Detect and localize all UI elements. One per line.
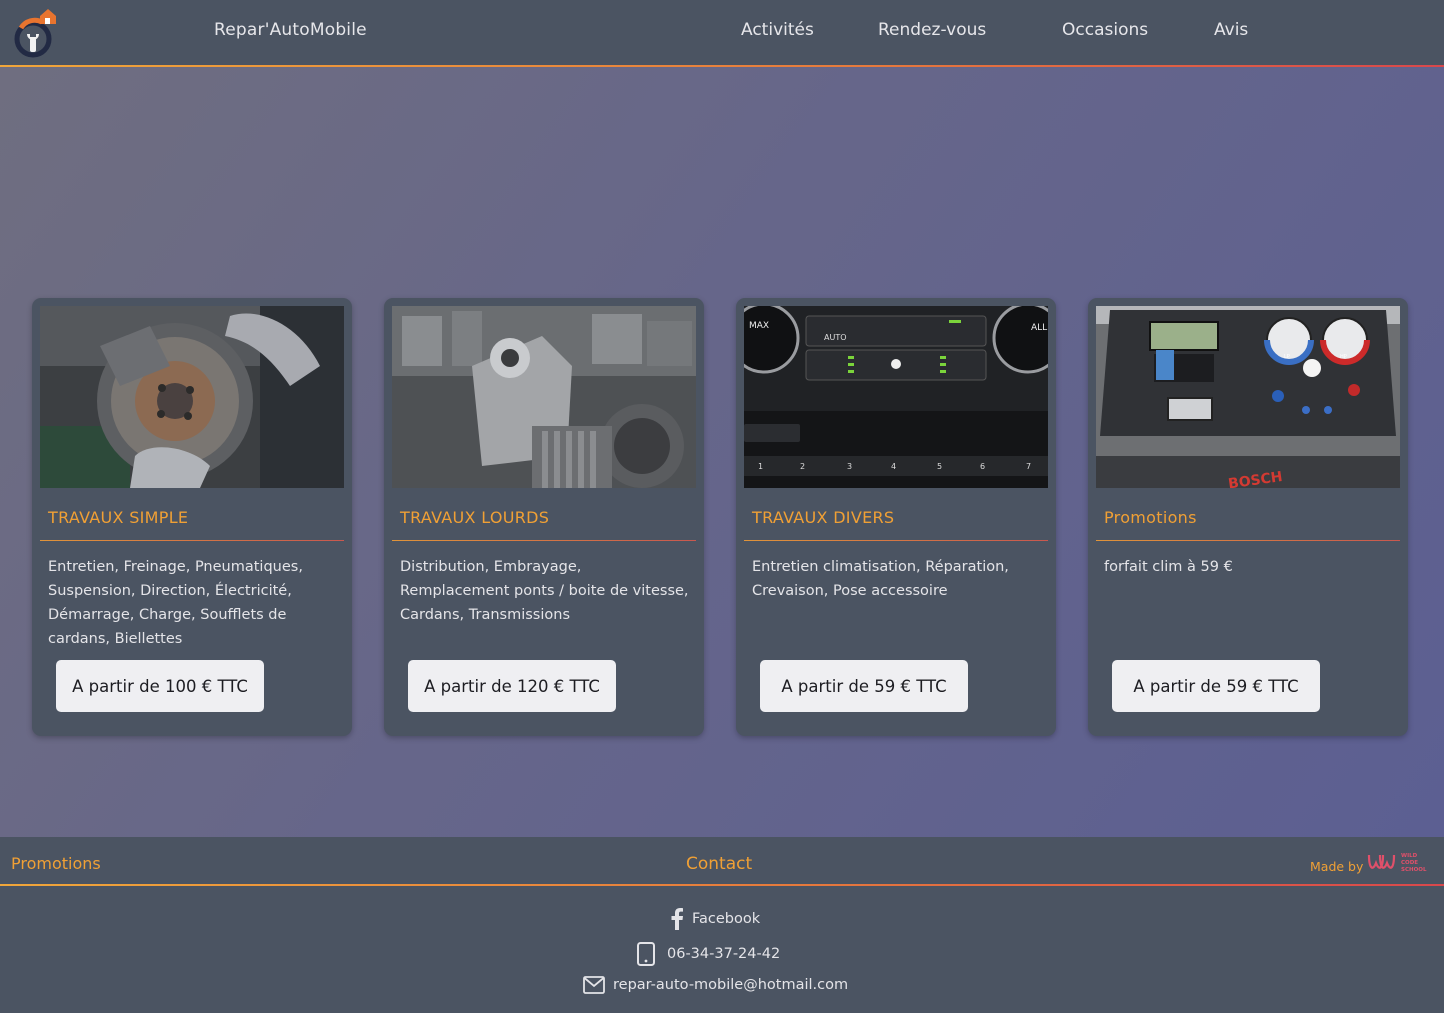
brand-logo-icon[interactable] [12,6,56,58]
gearbox-parts-photo [392,306,696,488]
preset-label-7: 7 [1026,462,1031,471]
ac-machine-photo: LP HP BOSCH [1096,306,1400,488]
facebook-link[interactable]: Facebook [670,908,760,930]
phone-link[interactable]: 06-34-37-24-42 [636,942,780,966]
climate-auto-label: AUTO [824,333,847,342]
preset-label-6: 6 [980,462,985,471]
preset-label-4: 4 [891,462,896,471]
email-address: repar-auto-mobile@hotmail.com [613,977,849,993]
climate-panel-photo: MAX ALL AUTO 1 2 3 4 5 6 7 [744,306,1048,488]
preset-label-1: 1 [758,462,763,471]
phone-icon [637,942,655,966]
nav-activites[interactable]: Activités [741,20,814,40]
service-card-divers: MAX ALL AUTO 1 2 3 4 5 6 7 TRAVAUX DIVER… [736,298,1056,736]
preset-label-3: 3 [847,462,852,471]
card-title: TRAVAUX LOURDS [400,508,550,527]
footer-promotions-link[interactable]: Promotions [11,854,101,873]
price-button-simple[interactable]: A partir de 100 € TTC [56,660,264,712]
card-divider [392,540,696,541]
services-section: TRAVAUX SIMPLE Entretien, Freinage, Pneu… [0,67,1444,837]
facebook-icon [671,908,683,930]
hp-gauge-label: HP [1340,354,1347,360]
lp-gauge-label: LP [1284,354,1290,360]
made-by-label: Made by [1310,859,1364,874]
wcs-logo-line-3: SCHOOL [1401,867,1427,873]
climate-max-label: MAX [749,321,769,331]
climate-all-label: ALL [1031,323,1047,333]
card-description: forfait clim à 59 € [1104,559,1233,575]
card-title: Promotions [1104,508,1197,527]
card-divider [744,540,1048,541]
nav-avis[interactable]: Avis [1214,20,1248,40]
card-divider [40,540,344,541]
facebook-label: Facebook [692,911,761,927]
wcs-logo-line-1: WILD [1401,853,1418,859]
footer-contact-title: Contact [686,854,753,874]
wcs-logo-line-2: CODE [1401,860,1418,866]
card-title: TRAVAUX DIVERS [752,508,895,527]
site-header: Repar'AutoMobile Activités Rendez-vous O… [0,0,1444,67]
price-button-promotions[interactable]: A partir de 59 € TTC [1112,660,1320,712]
service-card-lourds: TRAVAUX LOURDS Distribution, Embrayage, … [384,298,704,736]
card-description: Entretien climatisation, Réparation, Cre… [752,559,1009,599]
mail-icon [583,976,605,994]
phone-number: 06-34-37-24-42 [667,946,781,962]
card-description: Entretien, Freinage, Pneumatiques, Suspe… [48,559,303,647]
service-card-simple: TRAVAUX SIMPLE Entretien, Freinage, Pneu… [32,298,352,736]
site-footer: Promotions Contact Made by WILD CODE SCH… [0,837,1444,1013]
brand-name[interactable]: Repar'AutoMobile [214,20,367,40]
preset-label-2: 2 [800,462,805,471]
wild-code-school-logo[interactable]: WILD CODE SCHOOL [1367,849,1435,875]
brake-repair-photo [40,306,344,488]
nav-occasions[interactable]: Occasions [1062,20,1148,40]
price-button-lourds[interactable]: A partir de 120 € TTC [408,660,616,712]
card-description: Distribution, Embrayage, Remplacement po… [400,559,689,623]
nav-rendez-vous[interactable]: Rendez-vous [878,20,986,40]
price-button-divers[interactable]: A partir de 59 € TTC [760,660,968,712]
footer-divider [0,884,1444,886]
service-card-promotions: LP HP BOSCH Promotions forfait clim à 59… [1088,298,1408,736]
email-link[interactable]: repar-auto-mobile@hotmail.com [583,976,848,994]
card-title: TRAVAUX SIMPLE [48,508,189,527]
preset-label-5: 5 [937,462,942,471]
card-divider [1096,540,1400,541]
